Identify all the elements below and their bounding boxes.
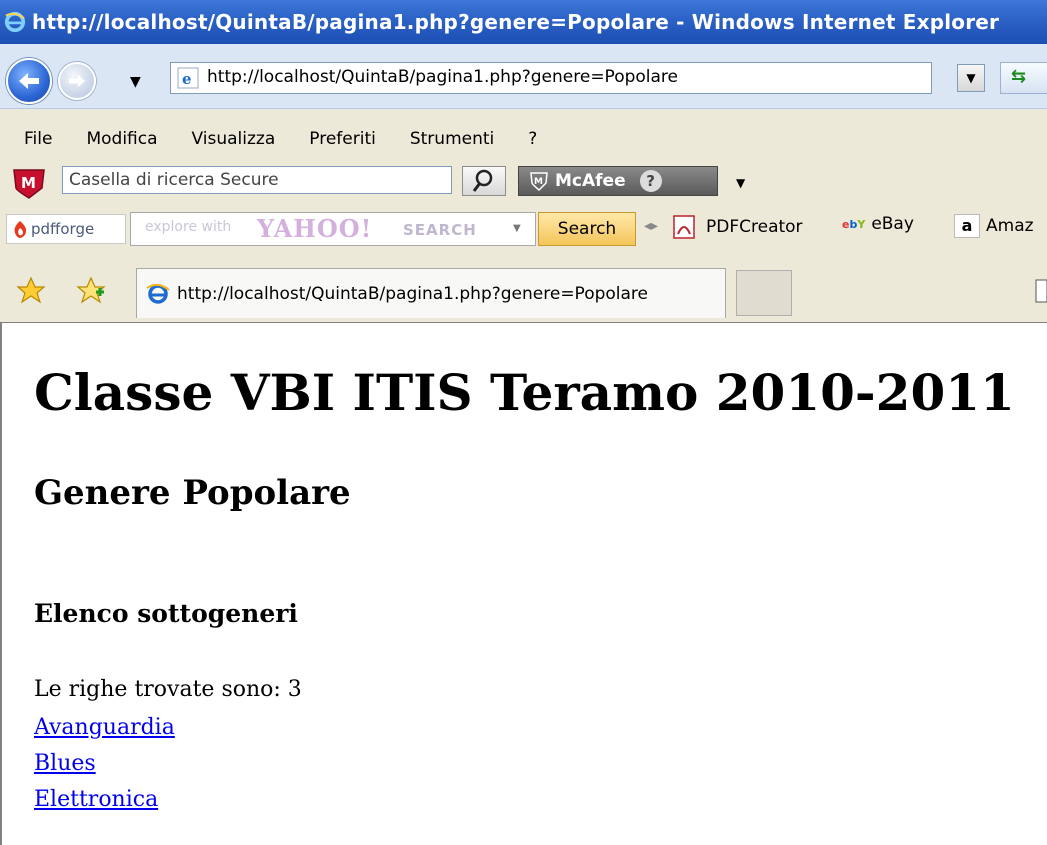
amazon-logo-icon: a — [954, 214, 980, 238]
menu-help[interactable]: ? — [512, 129, 555, 149]
search-button[interactable] — [462, 166, 506, 196]
tabs-bar: http://localhost/QuintaB/pagina1.php?gen… — [0, 256, 1047, 320]
svg-text:M: M — [21, 174, 36, 192]
pdfcreator-link[interactable]: PDFCreator — [670, 214, 803, 240]
mcafee-brand-label: McAfee — [555, 171, 626, 191]
window-title-bar: http://localhost/QuintaB/pagina1.php?gen… — [0, 0, 1047, 44]
yahoo-logo: YAHOO! — [257, 214, 373, 243]
window-title: http://localhost/QuintaB/pagina1.php?gen… — [32, 10, 1000, 34]
yahoo-placeholder: explore with — [145, 219, 232, 235]
subgenre-link-avanguardia[interactable]: Avanguardia — [34, 715, 175, 740]
menu-file[interactable]: File — [0, 129, 70, 149]
ebay-logo-icon: ebY — [842, 217, 866, 231]
tab-title: http://localhost/QuintaB/pagina1.php?gen… — [177, 283, 649, 304]
svg-text:e: e — [182, 70, 192, 88]
page-ie-icon: e — [177, 67, 199, 89]
yahoo-search-button[interactable]: Search — [538, 212, 636, 246]
tab-active[interactable]: http://localhost/QuintaB/pagina1.php?gen… — [136, 268, 726, 318]
address-dropdown-button[interactable]: ▼ — [957, 64, 985, 92]
amazon-label: Amaz — [986, 216, 1034, 236]
subgenres-heading: Elenco sottogeneri — [34, 599, 298, 628]
menu-visualizza[interactable]: Visualizza — [176, 129, 294, 149]
rows-found-text: Le righe trovate sono: 3 — [34, 677, 302, 702]
pdf-icon — [673, 215, 695, 239]
pdfforge-toolbar: pdfforge explore with YAHOO! SEARCH ▼ Se… — [0, 204, 1047, 252]
secure-search-input[interactable] — [62, 166, 452, 194]
search-icon — [472, 169, 493, 192]
back-arrow-icon — [19, 73, 39, 89]
new-tab-button[interactable] — [736, 270, 792, 316]
back-button[interactable] — [6, 58, 52, 104]
favorites-star-icon[interactable] — [16, 276, 46, 304]
quick-tabs-icon[interactable] — [1034, 278, 1047, 304]
pdfcreator-label: PDFCreator — [706, 217, 803, 237]
mcafee-button[interactable]: M McAfee ? — [518, 166, 718, 196]
subgenre-link-elettronica[interactable]: Elettronica — [34, 787, 158, 812]
ebay-link[interactable]: ebY eBay — [842, 214, 914, 234]
genre-heading: Genere Popolare — [34, 473, 351, 513]
ie-tab-icon — [146, 283, 170, 304]
pdfforge-flame-icon — [14, 221, 27, 238]
mcafee-dropdown-icon[interactable]: ▼ — [736, 176, 745, 190]
amazon-link[interactable]: a Amaz — [954, 214, 1034, 238]
yahoo-search-label: SEARCH — [403, 221, 477, 239]
recent-pages-dropdown-icon[interactable]: ▼ — [130, 74, 141, 90]
menu-bar: File Modifica Visualizza Preferiti Strum… — [0, 120, 1047, 158]
page-title: Classe VBI ITIS Teramo 2010-2011 — [34, 363, 1015, 422]
mcafee-shield-icon[interactable]: M — [10, 166, 48, 200]
mcafee-emblem-icon: M — [530, 172, 548, 191]
help-icon[interactable]: ? — [639, 170, 662, 192]
ebay-label: eBay — [871, 214, 914, 234]
mcafee-toolbar: M M McAfee ? ▼ — [0, 160, 1047, 202]
add-favorite-icon[interactable] — [76, 276, 106, 304]
subgenre-link-blues[interactable]: Blues — [34, 751, 96, 776]
svg-text:M: M — [534, 177, 543, 187]
address-input[interactable] — [207, 65, 917, 89]
pdfforge-label: pdfforge — [31, 220, 95, 238]
address-toolbar: ▼ e ▼ ⇆ — [0, 44, 1047, 109]
refresh-button[interactable]: ⇆ — [1000, 62, 1047, 94]
forward-arrow-icon — [69, 74, 85, 88]
ie-logo-icon — [4, 11, 26, 33]
toolbar-separator-icon: ◂▸ — [644, 218, 659, 234]
refresh-icon: ⇆ — [1011, 66, 1027, 87]
pdfforge-logo[interactable]: pdfforge — [6, 214, 126, 244]
page-content-area: Classe VBI ITIS Teramo 2010-2011 Genere … — [0, 322, 1047, 845]
menu-preferiti[interactable]: Preferiti — [293, 129, 394, 149]
yahoo-dropdown-icon[interactable]: ▼ — [513, 223, 521, 234]
menu-strumenti[interactable]: Strumenti — [394, 129, 512, 149]
menu-modifica[interactable]: Modifica — [70, 129, 175, 149]
forward-button[interactable] — [58, 62, 96, 100]
address-box[interactable]: e — [170, 62, 932, 94]
yahoo-search-box[interactable]: explore with YAHOO! SEARCH ▼ — [130, 212, 536, 246]
